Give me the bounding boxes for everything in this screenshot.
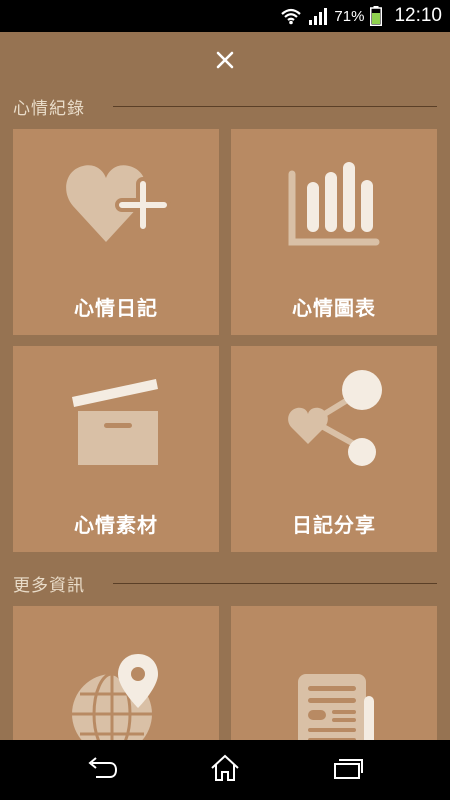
battery-percent: 71%: [334, 7, 365, 25]
heart-plus-icon: [13, 129, 219, 279]
tile-label: 心情素材: [74, 513, 158, 537]
divider: [113, 105, 437, 107]
section-header-more-info: 更多資訊: [13, 569, 437, 597]
home-icon: [210, 754, 240, 786]
status-bar: 71% 12:10: [0, 0, 450, 32]
globe-pin-icon: [13, 628, 219, 740]
section-header-mood-record: 心情紀錄: [13, 92, 437, 120]
tile-mood-chart[interactable]: 心情圖表: [231, 129, 437, 335]
tile-label: 日記分享: [292, 513, 376, 537]
section-title: 更多資訊: [13, 575, 85, 596]
tile-mood-materials[interactable]: 心情素材: [13, 346, 219, 552]
section-title: 心情紀錄: [13, 98, 85, 119]
tile-news[interactable]: [231, 606, 437, 740]
main-panel: 心情紀錄 心情日記 心情圖表 心情素材 日記分享 更多資訊: [0, 32, 450, 740]
divider: [113, 582, 437, 584]
tile-label: 心情圖表: [292, 296, 376, 320]
share-heart-icon: [231, 346, 437, 496]
newspaper-icon: [231, 628, 437, 740]
clock: 12:10: [394, 5, 442, 26]
tile-location-info[interactable]: [13, 606, 219, 740]
recent-apps-icon: [333, 757, 364, 783]
box-icon: [13, 346, 219, 496]
recent-apps-button[interactable]: [318, 745, 378, 795]
tile-mood-diary[interactable]: 心情日記: [13, 129, 219, 335]
tile-label: 心情日記: [74, 296, 158, 320]
navigation-bar: [0, 740, 450, 800]
back-button[interactable]: [72, 745, 132, 795]
close-icon: [216, 51, 234, 73]
home-button[interactable]: [195, 745, 255, 795]
signal-icon: [308, 7, 328, 25]
tile-diary-share[interactable]: 日記分享: [231, 346, 437, 552]
battery-icon: [370, 6, 383, 26]
bar-chart-icon: [231, 129, 437, 279]
close-button[interactable]: [205, 42, 245, 82]
wifi-icon: [280, 7, 302, 25]
back-icon: [86, 757, 118, 783]
